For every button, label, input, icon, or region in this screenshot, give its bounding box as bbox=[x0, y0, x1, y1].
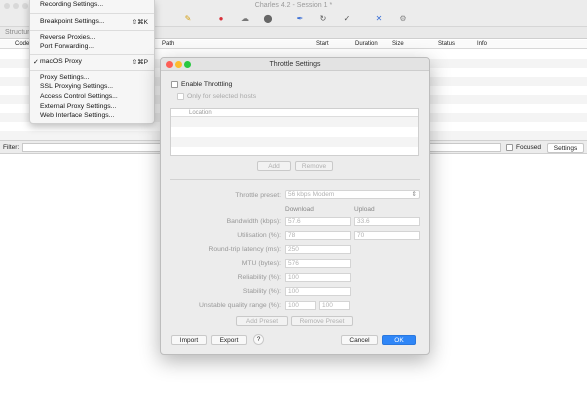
cancel-button[interactable]: Cancel bbox=[341, 335, 378, 345]
dialog-minimize-button[interactable] bbox=[175, 61, 182, 68]
record-icon[interactable]: ● bbox=[215, 13, 227, 24]
breakpoint-icon[interactable]: ⬤ bbox=[262, 13, 274, 24]
dialog-title: Throttle Settings bbox=[161, 58, 429, 71]
location-header: Location bbox=[171, 109, 418, 117]
stability-label: Stability (%): bbox=[242, 288, 281, 295]
preset-value: 56 kbps Modem bbox=[288, 191, 335, 198]
menu-separator bbox=[30, 70, 154, 71]
menu-item-access-control-settings[interactable]: Access Control Settings... bbox=[40, 93, 118, 100]
add-location-button[interactable]: Add bbox=[257, 161, 291, 171]
enable-throttling-label: Enable Throttling bbox=[181, 81, 233, 88]
compose-pen-icon[interactable]: ✒ bbox=[294, 13, 306, 24]
utilisation-label: Utilisation (%): bbox=[237, 232, 281, 239]
col-code[interactable]: Code bbox=[15, 41, 29, 47]
menu-separator bbox=[30, 54, 154, 55]
focused-label: Focused bbox=[516, 144, 541, 151]
enable-throttling-checkbox[interactable] bbox=[171, 81, 178, 88]
location-row bbox=[171, 147, 418, 157]
export-button[interactable]: Export bbox=[211, 335, 247, 345]
filter-settings-button[interactable]: Settings bbox=[547, 143, 584, 153]
unstable-quality-min-field[interactable]: 100 bbox=[285, 301, 316, 310]
add-preset-button[interactable]: Add Preset bbox=[236, 316, 288, 326]
throttle-preset-select[interactable]: 56 kbps Modem ⇕ bbox=[285, 190, 420, 199]
bandwidth-download-field[interactable]: 57.6 bbox=[285, 217, 351, 226]
only-selected-hosts-checkbox[interactable] bbox=[177, 93, 184, 100]
ok-button[interactable]: OK bbox=[382, 335, 416, 345]
help-button[interactable]: ? bbox=[253, 334, 264, 345]
col-path[interactable]: Path bbox=[162, 41, 174, 47]
col-duration[interactable]: Duration bbox=[355, 41, 378, 47]
focused-checkbox[interactable] bbox=[506, 144, 513, 151]
col-info[interactable]: Info bbox=[477, 41, 487, 47]
mtu-label: MTU (bytes): bbox=[241, 260, 281, 267]
remove-location-button[interactable]: Remove bbox=[295, 161, 333, 171]
menu-item-port-forwarding[interactable]: Port Forwarding... bbox=[40, 43, 94, 50]
menu-item-breakpoint-settings[interactable]: Breakpoint Settings... bbox=[40, 18, 105, 25]
dialog-close-button[interactable] bbox=[166, 61, 173, 68]
menu-item-ssl-proxying-settings[interactable]: SSL Proxying Settings... bbox=[40, 83, 113, 90]
location-row bbox=[171, 117, 418, 127]
location-table[interactable]: Location bbox=[170, 108, 419, 156]
menu-item-recording-settings[interactable]: Recording Settings... bbox=[40, 1, 103, 8]
unstable-quality-max-field[interactable]: 100 bbox=[319, 301, 350, 310]
col-status[interactable]: Status bbox=[438, 41, 455, 47]
reliability-field[interactable]: 100 bbox=[285, 273, 351, 282]
utilisation-upload-field[interactable]: 70 bbox=[354, 231, 420, 240]
breakpoint-shortcut: ⇧⌘K bbox=[131, 19, 148, 26]
dialog-zoom-button[interactable] bbox=[184, 61, 191, 68]
menu-separator bbox=[30, 13, 154, 14]
menu-item-macos-proxy[interactable]: macOS Proxy bbox=[40, 58, 82, 65]
menu-item-external-proxy-settings[interactable]: External Proxy Settings... bbox=[40, 103, 116, 110]
updown-icon: ⇕ bbox=[411, 191, 417, 198]
download-header: Download bbox=[285, 206, 314, 213]
throttle-preset-label: Throttle preset: bbox=[235, 192, 281, 199]
col-size[interactable]: Size bbox=[392, 41, 404, 47]
checkmark-icon: ✓ bbox=[33, 59, 39, 66]
broom-icon[interactable]: ✎ bbox=[182, 13, 194, 24]
latency-field[interactable]: 250 bbox=[285, 245, 351, 254]
tools-icon[interactable]: ✕ bbox=[373, 13, 385, 24]
location-row bbox=[171, 137, 418, 147]
import-button[interactable]: Import bbox=[171, 335, 207, 345]
bandwidth-label: Bandwidth (kbps): bbox=[226, 218, 281, 225]
utilisation-download-field[interactable]: 78 bbox=[285, 231, 351, 240]
upload-header: Upload bbox=[354, 206, 375, 213]
repeat-icon[interactable]: ↻ bbox=[317, 13, 329, 24]
macos-proxy-shortcut: ⇧⌘P bbox=[131, 59, 148, 66]
mtu-field[interactable]: 576 bbox=[285, 259, 351, 268]
latency-label: Round-trip latency (ms): bbox=[208, 246, 281, 253]
validate-check-icon[interactable]: ✓ bbox=[341, 13, 353, 24]
proxy-menu: Recording Settings... Breakpoint Setting… bbox=[29, 0, 155, 124]
throttle-settings-dialog: Throttle Settings Enable Throttling Only… bbox=[160, 57, 430, 355]
menu-item-web-interface-settings[interactable]: Web Interface Settings... bbox=[40, 112, 114, 119]
menu-separator bbox=[30, 30, 154, 31]
throttle-cloud-icon[interactable]: ☁ bbox=[239, 13, 251, 24]
menu-item-reverse-proxies[interactable]: Reverse Proxies... bbox=[40, 34, 96, 41]
remove-preset-button[interactable]: Remove Preset bbox=[291, 316, 353, 326]
col-start[interactable]: Start bbox=[316, 41, 329, 47]
bandwidth-upload-field[interactable]: 33.6 bbox=[354, 217, 420, 226]
location-row bbox=[171, 127, 418, 137]
stability-field[interactable]: 100 bbox=[285, 287, 351, 296]
reliability-label: Reliability (%): bbox=[237, 274, 281, 281]
filter-label: Filter: bbox=[3, 144, 20, 151]
only-selected-hosts-label: Only for selected hosts bbox=[187, 93, 257, 100]
unstable-quality-label: Unstable quality range (%): bbox=[199, 302, 281, 309]
settings-gear-icon[interactable]: ⚙ bbox=[397, 13, 409, 24]
menu-item-proxy-settings[interactable]: Proxy Settings... bbox=[40, 74, 90, 81]
divider bbox=[170, 179, 420, 180]
